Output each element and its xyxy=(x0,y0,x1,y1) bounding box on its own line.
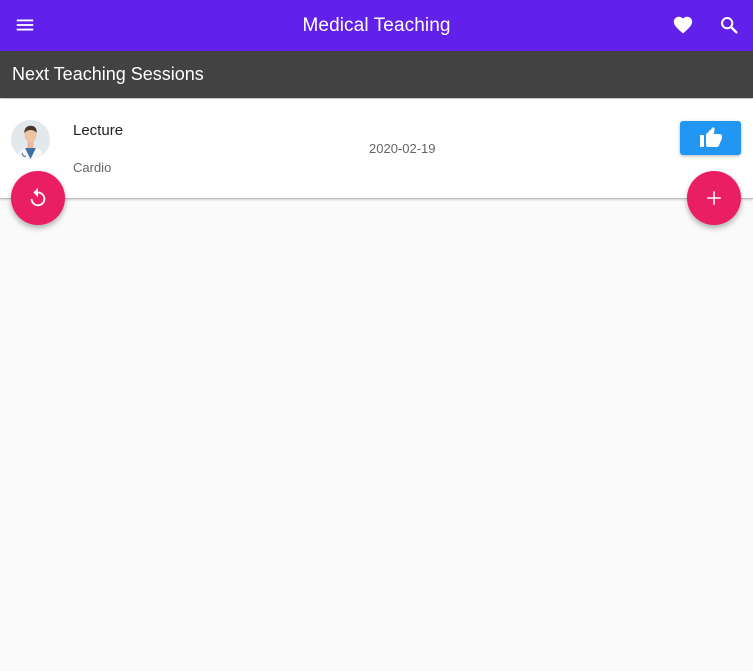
search-icon xyxy=(721,17,738,34)
refresh-button[interactable] xyxy=(11,171,65,225)
heart-icon xyxy=(673,16,693,34)
session-list-item[interactable]: Lecture Cardio 2020-02-19 xyxy=(0,99,753,199)
plus-icon xyxy=(707,191,721,205)
session-topic: Cardio xyxy=(73,160,112,175)
refresh-icon xyxy=(30,187,46,207)
session-date: 2020-02-19 xyxy=(369,141,436,156)
add-session-button[interactable] xyxy=(687,171,741,225)
search-button[interactable] xyxy=(710,6,748,44)
favorites-button[interactable] xyxy=(664,6,702,44)
session-type: Lecture xyxy=(73,122,124,139)
doctor-avatar xyxy=(11,120,50,159)
thumbs-up-icon xyxy=(699,127,722,147)
app-bar: Medical Teaching xyxy=(0,0,753,51)
section-header: Next Teaching Sessions xyxy=(0,51,753,98)
like-button[interactable] xyxy=(680,121,741,155)
app-root: Medical Teaching Next Teaching Sessions xyxy=(0,0,753,671)
app-title: Medical Teaching xyxy=(302,15,451,36)
